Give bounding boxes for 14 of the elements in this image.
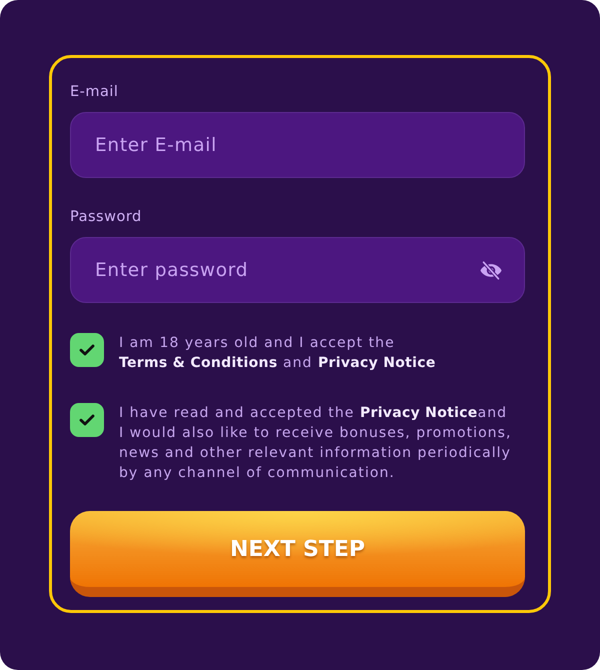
- email-field[interactable]: Enter E-mail: [70, 112, 525, 178]
- link[interactable]: Privacy Notice: [318, 355, 436, 371]
- link[interactable]: Privacy Notice: [360, 405, 478, 421]
- check-icon: [79, 344, 95, 356]
- checkbox[interactable]: [70, 403, 104, 437]
- consent-text: I have read and accepted the Privacy Noticeand I would also like to receive bonuses, promotions, news and other relevant information periodically by any channel of communication.: [119, 404, 512, 483]
- consent-text: I am 18 years old and I accept the Terms & Conditions and Privacy Notice: [119, 334, 437, 373]
- field-label: Password: [70, 209, 142, 226]
- field-label: E-mail: [70, 84, 118, 101]
- check-icon: [79, 414, 95, 426]
- password-field[interactable]: Enter password: [70, 237, 525, 303]
- checkbox[interactable]: [70, 333, 104, 367]
- eye-slash-icon[interactable]: [479, 261, 503, 280]
- link[interactable]: Terms & Conditions: [119, 355, 278, 371]
